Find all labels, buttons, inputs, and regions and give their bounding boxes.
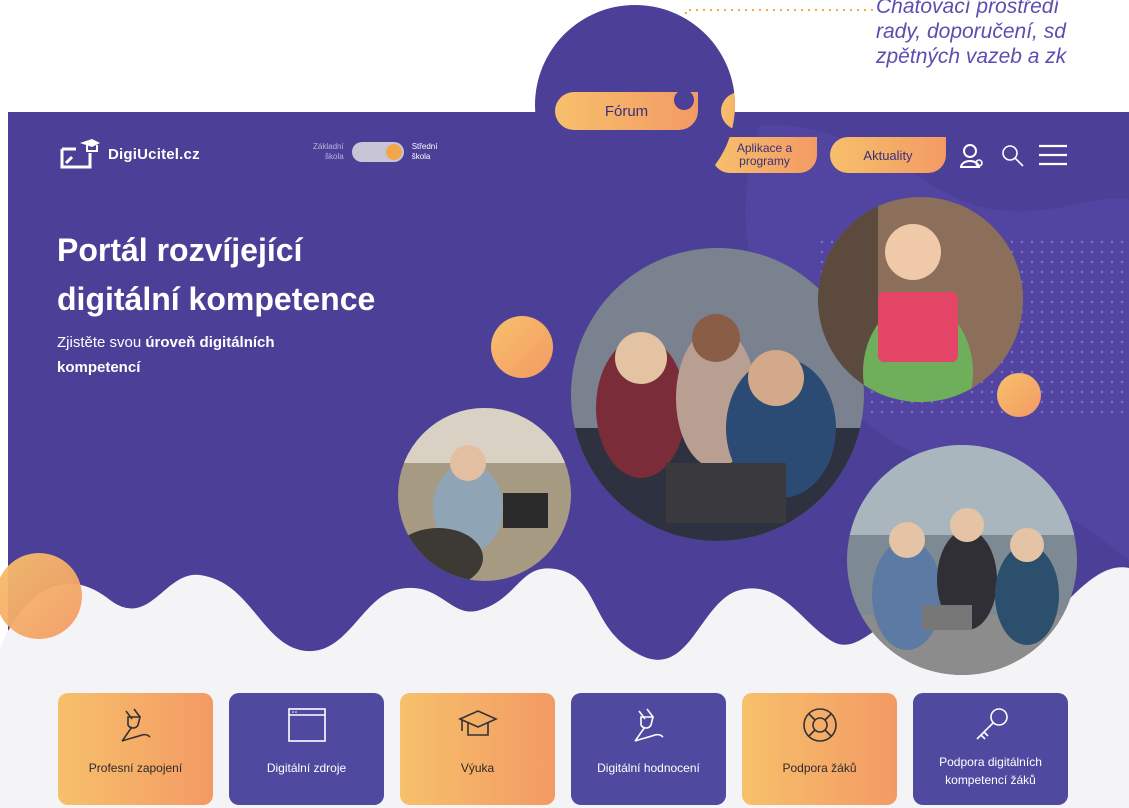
card-podpora-zaku[interactable]: Podpora žáků bbox=[742, 693, 897, 805]
page: Chatovací prostředí rady, doporučení, sd… bbox=[0, 0, 1129, 808]
nav-aplikace[interactable]: Aplikace a programy bbox=[712, 137, 817, 173]
toggle-switch[interactable] bbox=[351, 142, 404, 162]
card-profesni-zapojeni[interactable]: Profesní zapojení bbox=[58, 693, 213, 805]
photo-students-outdoor bbox=[847, 445, 1077, 675]
forum-magnifier: Fórum bbox=[535, 5, 735, 205]
user-icon[interactable] bbox=[958, 142, 986, 170]
photo-meeting bbox=[398, 408, 571, 581]
toggle-label-primary: Základní škola bbox=[313, 142, 344, 161]
key-icon bbox=[975, 708, 1008, 740]
hero-subtitle-bold-1: úroveň digitálních bbox=[145, 334, 275, 351]
card-digitalni-hodnoceni[interactable]: Digitální hodnocení bbox=[571, 693, 726, 805]
hero-subtitle: Zjistěte svou úroveň digitálních kompete… bbox=[57, 334, 275, 376]
card-digitalni-zdroje[interactable]: Digitální zdroje bbox=[229, 693, 384, 805]
decor-circle-orange bbox=[997, 373, 1041, 417]
hero-title: Portál rozvíjející digitální kompetence bbox=[57, 232, 376, 317]
hero-subtitle-bold-2: kompetencí bbox=[57, 359, 141, 376]
school-level-toggle[interactable]: Základní škola Střední škola bbox=[313, 142, 437, 162]
forum-pointer-dot bbox=[674, 90, 694, 110]
browser-window-icon bbox=[287, 708, 326, 742]
card-podpora-digitalnich-kompetenci[interactable]: Podpora digitálních kompetencí žáků bbox=[913, 693, 1068, 805]
site-logo[interactable]: DigiUcitel.cz bbox=[58, 137, 200, 171]
lifebuoy-icon bbox=[802, 708, 837, 742]
logo-text: DigiUcitel.cz bbox=[108, 145, 200, 163]
photo-student-books bbox=[818, 197, 1023, 402]
toggle-label-secondary: Střední škola bbox=[411, 142, 438, 161]
graduation-cap-icon bbox=[457, 710, 498, 736]
plug-icon bbox=[633, 708, 664, 742]
decor-circle-orange bbox=[0, 553, 82, 639]
card-vyuka[interactable]: Výuka bbox=[400, 693, 555, 805]
search-icon[interactable] bbox=[1000, 143, 1026, 169]
nav-aktuality[interactable]: Aktuality bbox=[830, 137, 946, 173]
nav-aplikace-zoomed[interactable] bbox=[721, 92, 735, 130]
menu-icon[interactable] bbox=[1037, 142, 1069, 168]
toggle-knob bbox=[385, 144, 402, 160]
logo-icon bbox=[60, 139, 100, 169]
plug-icon bbox=[120, 708, 151, 742]
decor-circle-outline bbox=[500, 330, 545, 375]
